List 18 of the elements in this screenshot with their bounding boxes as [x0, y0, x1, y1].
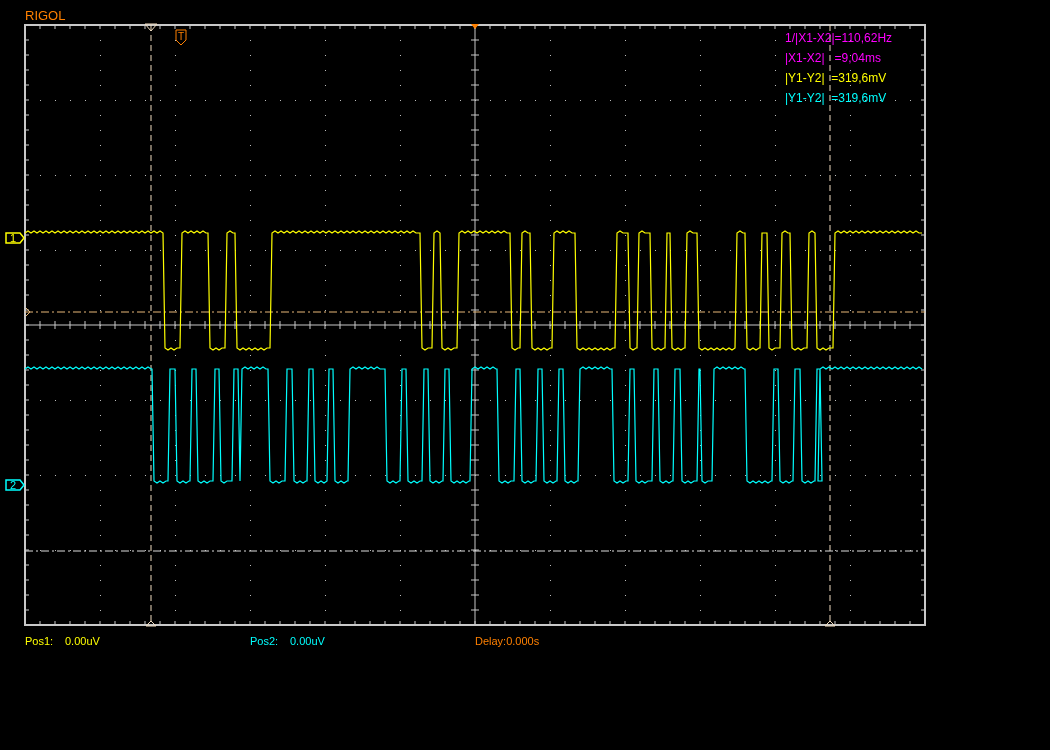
measurement-readout: 1/|X1-X2|=110,62Hz	[785, 31, 893, 45]
delay-readout: Delay:0.000s	[475, 635, 540, 647]
channel-label: 2	[9, 479, 17, 491]
brand-logo: RIGOL	[25, 8, 66, 23]
trigger-position-icon	[471, 24, 479, 29]
cursor-marker-icon	[145, 620, 157, 627]
trigger-level-icon	[25, 307, 31, 317]
position-value: 0.00uV	[290, 635, 325, 647]
position-label: Pos1:	[25, 635, 54, 647]
cursor-marker-icon	[824, 620, 836, 627]
measurement-readout: |Y1-Y2| =319,6mV	[785, 71, 887, 85]
cursor-marker-icon	[144, 23, 158, 32]
trigger-label: T	[177, 31, 185, 42]
position-value: 0.00uV	[65, 635, 100, 647]
measurement-readout: |X1-X2| =9,04ms	[785, 51, 881, 65]
position-label: Pos2:	[250, 635, 279, 647]
measurement-readout: |Y1-Y2| =319,6mV	[785, 91, 887, 105]
channel-label: 1	[9, 232, 17, 244]
